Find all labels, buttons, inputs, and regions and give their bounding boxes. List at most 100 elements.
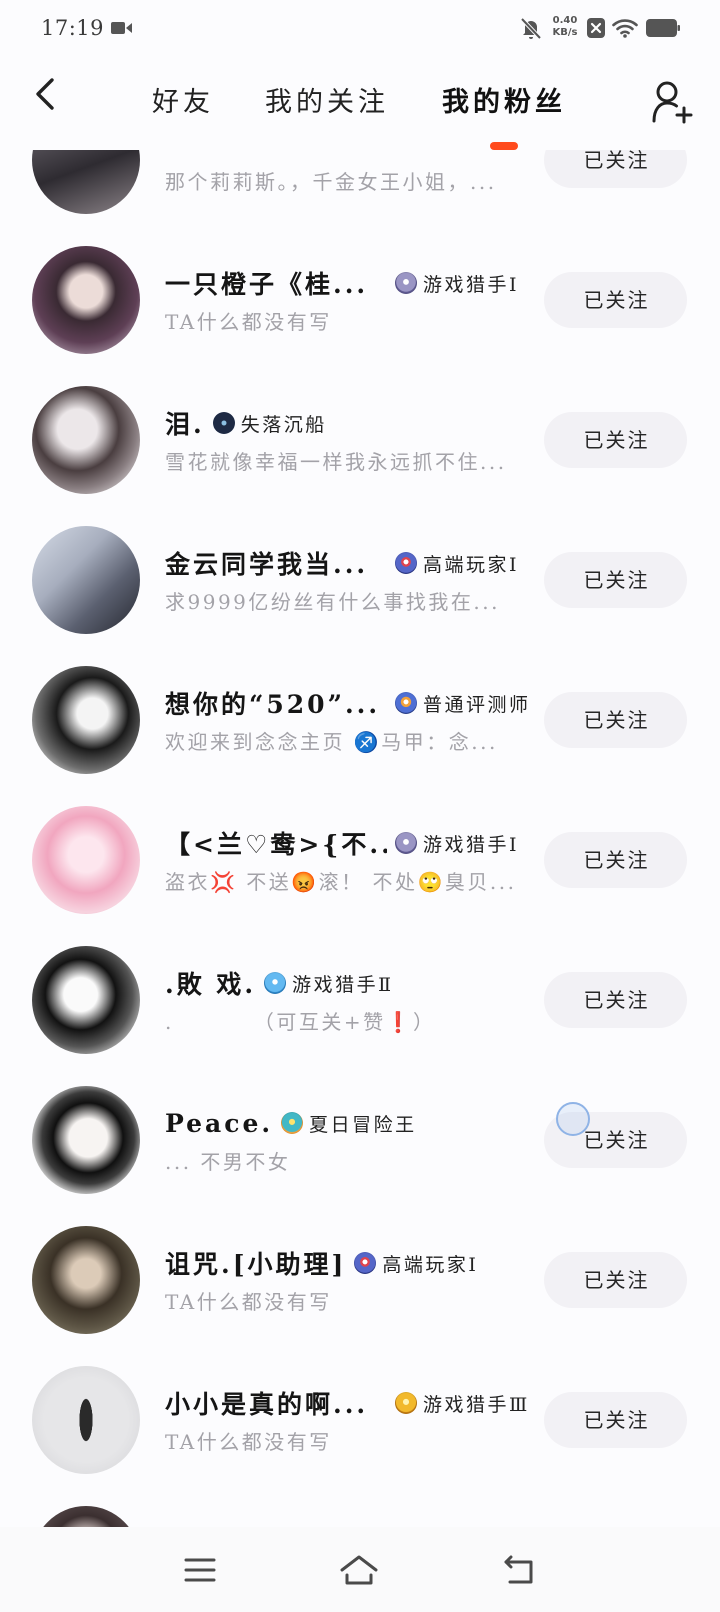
- back-button[interactable]: [22, 64, 70, 124]
- network-speed-unit: KB/s: [552, 27, 578, 38]
- home-button[interactable]: [329, 1540, 389, 1600]
- wifi-icon: [612, 19, 638, 38]
- video-camera-icon: [111, 22, 132, 34]
- header-bar: 好友 我的关注 我的粉丝: [0, 56, 720, 150]
- fan-name: Peace.: [165, 1108, 274, 1138]
- game-hunter-badge-icon: [395, 1392, 417, 1414]
- elite-player-badge-icon: [354, 1252, 377, 1274]
- tab-fans[interactable]: 我的粉丝: [434, 83, 574, 123]
- avatar[interactable]: [32, 1366, 140, 1474]
- fan-list-item[interactable]: .敗 戏. 游戏猎手Ⅱ . （可互关+赞❗） 已关注: [0, 930, 720, 1070]
- elite-player-badge-icon: [395, 552, 417, 574]
- badge-label: 夏日冒险王: [309, 1113, 417, 1136]
- fan-bio: TA什么都没有写: [165, 1430, 332, 1454]
- tab-indicator: [490, 142, 518, 150]
- fan-name-line: 泪. 失落沉船: [165, 406, 537, 440]
- add-user-button[interactable]: [644, 74, 700, 130]
- fan-bio: TA什么都没有写: [165, 1290, 332, 1314]
- fan-name-line: 一只橙子《桂... 游戏猎手Ⅰ: [165, 266, 537, 300]
- fan-bio: . （可互关+赞❗）: [165, 1010, 436, 1034]
- fan-name: .敗 戏.: [165, 970, 257, 999]
- fan-name-line: 【<兰♡鸯>{不... 游戏猎手Ⅰ: [165, 826, 537, 860]
- fan-list-item[interactable]: 想你的“520”... 普通评测师 欢迎来到念念主页 ♐马甲：念... 已关注: [0, 650, 720, 790]
- avatar[interactable]: [32, 1086, 140, 1194]
- fan-list-item[interactable]: 一只橙子《桂... 游戏猎手Ⅰ TA什么都没有写 已关注: [0, 230, 720, 370]
- avatar[interactable]: [32, 666, 140, 774]
- followed-button[interactable]: 已关注: [544, 1252, 687, 1308]
- fan-name-line: 小小是真的啊... 游戏猎手Ⅲ: [165, 1386, 537, 1420]
- followed-button[interactable]: 已关注: [544, 972, 687, 1028]
- home-icon: [340, 1555, 378, 1585]
- reviewer-badge-icon: [395, 692, 417, 714]
- followed-button[interactable]: 已关注: [544, 150, 687, 188]
- fans-list-content: 那个莉莉斯。，千金女王小姐，... 已关注 一只橙子《桂... 游戏猎手Ⅰ TA…: [0, 150, 720, 1527]
- avatar[interactable]: [32, 386, 140, 494]
- status-time: 17:19: [41, 16, 105, 40]
- badge-label: 失落沉船: [240, 413, 327, 436]
- fan-bio: 那个莉莉斯。，千金女王小姐，...: [165, 170, 497, 194]
- followed-button[interactable]: 已关注: [544, 552, 687, 608]
- fan-bio: 盗衣💢 不送😡滚！ 不处🙄臭贝...: [165, 870, 517, 894]
- avatar[interactable]: [32, 526, 140, 634]
- fan-list-item[interactable]: 【<兰♡鸯>{不... 游戏猎手Ⅰ 盗衣💢 不送😡滚！ 不处🙄臭贝... 已关注: [0, 790, 720, 930]
- fan-list-item[interactable]: 小小是真的啊... 游戏猎手Ⅲ TA什么都没有写 已关注: [0, 1350, 720, 1490]
- avatar[interactable]: [32, 1506, 140, 1527]
- badge-label: 游戏猎手Ⅲ: [423, 1393, 530, 1416]
- badge-label: 游戏猎手Ⅰ: [423, 273, 520, 296]
- fan-name-line: .敗 戏. 游戏猎手Ⅱ: [165, 966, 537, 1000]
- back-icon: [504, 1555, 533, 1584]
- status-bar: 17:19 0.40 KB/s: [0, 0, 720, 56]
- fan-name: 诅咒.[小助理]: [165, 1250, 347, 1279]
- add-user-icon: [652, 81, 693, 124]
- chevron-left-icon: [36, 78, 54, 110]
- badge-label: 高端玩家Ⅰ: [423, 553, 520, 576]
- followed-button[interactable]: 已关注: [544, 272, 687, 328]
- lost-shipwreck-badge-icon: [212, 412, 235, 434]
- network-speed-value: 0.40: [552, 15, 578, 26]
- fan-bio: 求9999亿纷丝有什么事找我在...: [165, 590, 500, 614]
- fan-bio: 欢迎来到念念主页 ♐马甲：念...: [165, 730, 498, 754]
- avatar[interactable]: [32, 946, 140, 1054]
- followed-button[interactable]: 已关注: [544, 1392, 687, 1448]
- avatar[interactable]: [32, 150, 140, 214]
- fan-name: 一只橙子《桂...: [165, 270, 369, 299]
- summer-adventurer-badge-icon: [281, 1112, 304, 1134]
- fan-list-item[interactable]: 金云同学我当... 高端玩家Ⅰ 求9999亿纷丝有什么事找我在... 已关注: [0, 510, 720, 650]
- badge-label: 游戏猎手Ⅰ: [423, 833, 520, 856]
- system-back-button[interactable]: [489, 1540, 549, 1600]
- followed-button[interactable]: 已关注: [544, 692, 687, 748]
- fan-name-line: 想你的“520”... 普通评测师: [165, 686, 537, 720]
- followed-button[interactable]: 已关注: [544, 832, 687, 888]
- followed-button[interactable]: 已关注: [544, 412, 687, 468]
- badge-label: 普通评测师: [423, 693, 531, 716]
- fan-name-line: 金云同学我当... 高端玩家Ⅰ: [165, 546, 537, 580]
- network-speed: 0.40 KB/s: [548, 15, 582, 39]
- fan-bio: 雪花就像幸福一样我永远抓不住...: [165, 450, 507, 474]
- avatar[interactable]: [32, 246, 140, 354]
- tab-following[interactable]: 我的关注: [257, 83, 397, 123]
- sim-disabled-icon: [587, 18, 605, 38]
- badge-label: 游戏猎手Ⅱ: [292, 973, 394, 996]
- fan-name-line: Peace. 夏日冒险王: [165, 1106, 537, 1140]
- recent-apps-button[interactable]: [170, 1540, 230, 1600]
- game-hunter-badge-icon: [264, 972, 287, 994]
- fan-list-item[interactable]: [0, 1490, 720, 1527]
- fan-name: 【<兰♡鸯>{不...: [165, 830, 387, 859]
- fan-list-item[interactable]: 那个莉莉斯。，千金女王小姐，... 已关注: [0, 150, 720, 230]
- game-hunter-badge-icon: [395, 832, 417, 854]
- fans-list[interactable]: 那个莉莉斯。，千金女王小姐，... 已关注 一只橙子《桂... 游戏猎手Ⅰ TA…: [0, 150, 720, 1527]
- fan-name-line: 诅咒.[小助理] 高端玩家Ⅰ: [165, 1246, 537, 1280]
- fan-list-item[interactable]: 泪. 失落沉船 雪花就像幸福一样我永远抓不住... 已关注: [0, 370, 720, 510]
- fan-bio: TA什么都没有写: [165, 310, 332, 334]
- avatar[interactable]: [32, 806, 140, 914]
- fan-name: 金云同学我当...: [165, 550, 369, 579]
- fan-name: 小小是真的啊...: [165, 1390, 369, 1419]
- fan-list-item[interactable]: 诅咒.[小助理] 高端玩家Ⅰ TA什么都没有写 已关注: [0, 1210, 720, 1350]
- system-nav-bar: [0, 1527, 720, 1612]
- tab-friends[interactable]: 好友: [113, 83, 253, 123]
- bell-off-icon: [520, 17, 542, 40]
- avatar[interactable]: [32, 1226, 140, 1334]
- fan-list-item[interactable]: Peace. 夏日冒险王 ... 不男不女 已关注: [0, 1070, 720, 1210]
- badge-label: 高端玩家Ⅰ: [382, 1253, 479, 1276]
- menu-icon: [184, 1558, 216, 1582]
